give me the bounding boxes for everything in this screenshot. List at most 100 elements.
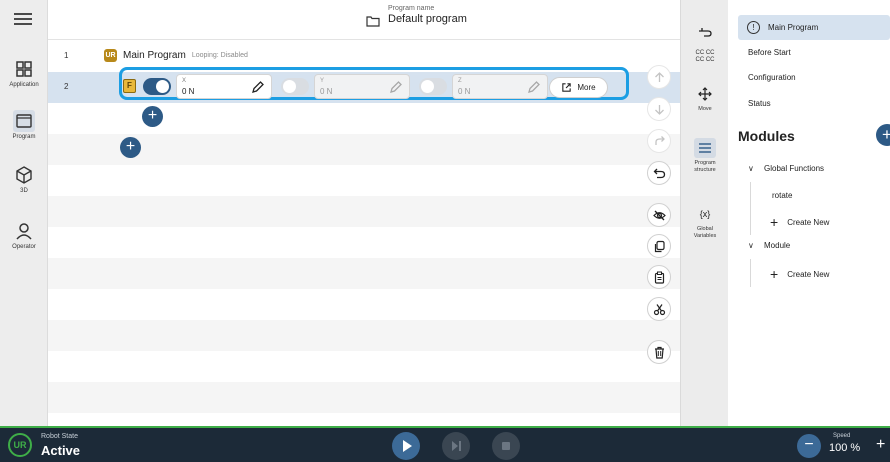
x-force-field[interactable]: X 0 N: [176, 74, 272, 99]
tool-move[interactable]: Move: [681, 84, 729, 113]
z-force-value: 0 N: [458, 87, 471, 96]
group-label: Module: [764, 241, 791, 250]
structure-panel: ! Main Program Before Start Configuratio…: [728, 0, 890, 426]
nav-label-3d: 3D: [20, 188, 28, 194]
create-new-label: Create New: [787, 218, 830, 227]
z-axis-toggle[interactable]: [419, 78, 447, 95]
nav-label-operator: Operator: [12, 244, 36, 250]
clipboard-icon: [654, 271, 664, 284]
plus-icon: +: [770, 266, 779, 282]
cc-icon: CC CC CC CC: [695, 50, 715, 63]
robot-state-value: Active: [41, 443, 81, 458]
move-up-button[interactable]: [647, 65, 671, 89]
pencil-icon[interactable]: [527, 80, 541, 94]
speed-decrease-button[interactable]: −: [797, 434, 821, 458]
speed-increase-button[interactable]: +: [876, 436, 885, 454]
nav-item-program[interactable]: Program: [0, 110, 48, 140]
step-button[interactable]: [442, 432, 470, 460]
row-number: 1: [64, 51, 69, 60]
tree-main-label: Main Program: [768, 23, 819, 32]
nav-item-operator[interactable]: Operator: [0, 220, 48, 250]
nav-item-application[interactable]: Application: [0, 58, 48, 88]
create-new-label: Create New: [787, 270, 830, 279]
tree-group-global-functions[interactable]: ∨ Global Functions: [748, 164, 824, 173]
group-label: Global Functions: [764, 164, 825, 173]
program-icon: [13, 110, 35, 132]
ur-logo-icon: UR: [104, 49, 117, 62]
modules-heading: Modules: [738, 128, 795, 144]
left-nav: Application Program 3D Operator: [0, 0, 48, 426]
tree-group-module[interactable]: ∨ Module: [748, 241, 790, 250]
tool-pointer[interactable]: [681, 22, 729, 42]
nav-label-program: Program: [12, 134, 36, 140]
speed-caption: Speed: [833, 433, 851, 439]
info-icon: !: [747, 21, 760, 34]
force-node-icon: F: [123, 79, 136, 93]
y-axis-toggle[interactable]: [281, 78, 309, 95]
x-force-value: 0 N: [182, 87, 195, 96]
z-force-field[interactable]: Z 0 N: [452, 74, 548, 99]
stop-button[interactable]: [492, 432, 520, 460]
pencil-icon[interactable]: [251, 80, 265, 94]
y-force-value: 0 N: [320, 87, 333, 96]
create-new-function-button[interactable]: + Create New: [770, 214, 829, 230]
redo-button[interactable]: [647, 129, 671, 153]
more-button[interactable]: More: [549, 77, 608, 98]
program-name-value: Default program: [388, 13, 467, 25]
tree-item-configuration[interactable]: Configuration: [748, 73, 796, 82]
empty-row: [48, 382, 680, 413]
program-name[interactable]: Program name Default program: [366, 5, 467, 27]
redo-icon: [654, 135, 665, 145]
copy-button[interactable]: [647, 234, 671, 258]
chevron-down-icon: ∨: [748, 164, 754, 173]
paste-button[interactable]: [647, 265, 671, 289]
scissors-icon: [653, 303, 665, 315]
tool-cc[interactable]: CC CC CC CC: [681, 48, 729, 64]
z-axis-label: Z: [458, 78, 462, 84]
tool-label-program-structure: Program structure: [694, 160, 716, 173]
tree-guide: [750, 182, 751, 235]
undo-button[interactable]: [647, 161, 671, 185]
y-axis-label: Y: [320, 78, 325, 84]
list-icon: [699, 143, 711, 153]
tool-column: CC CC CC CC Move Program structure {x} G…: [680, 0, 728, 426]
stop-icon: [502, 442, 510, 450]
move-down-button[interactable]: [647, 97, 671, 121]
tool-label-move: Move: [698, 106, 712, 112]
tree-item-rotate[interactable]: rotate: [772, 191, 792, 200]
person-icon: [16, 223, 32, 240]
open-external-icon: [562, 83, 572, 92]
tree-item-status[interactable]: Status: [748, 99, 771, 108]
main-program-title: Main Program: [123, 50, 186, 61]
tool-global-variables[interactable]: {x} Global Variables: [681, 204, 729, 240]
trash-icon: [654, 346, 664, 359]
play-button[interactable]: [392, 432, 420, 460]
arrow-up-icon: [654, 71, 664, 82]
pencil-icon[interactable]: [389, 80, 403, 94]
x-axis-toggle[interactable]: [143, 78, 171, 95]
tree-main-program[interactable]: ! Main Program: [738, 15, 890, 40]
add-node-button[interactable]: +: [142, 106, 163, 127]
tool-program-structure[interactable]: Program structure: [681, 138, 729, 174]
tree-item-before-start[interactable]: Before Start: [748, 48, 791, 57]
y-force-field[interactable]: Y 0 N: [314, 74, 410, 99]
empty-row: [48, 134, 680, 165]
looping-status: Looping: Disabled: [191, 52, 248, 59]
menu-icon[interactable]: [12, 10, 34, 28]
create-new-module-button[interactable]: + Create New: [770, 266, 829, 282]
folder-icon: [366, 16, 380, 27]
cube-icon: [16, 166, 32, 184]
nav-item-3d[interactable]: 3D: [0, 164, 48, 194]
empty-row: [48, 258, 680, 289]
hand-pointer-icon: [699, 28, 712, 37]
add-module-button[interactable]: +: [876, 124, 890, 146]
hide-button[interactable]: [647, 203, 671, 227]
cut-button[interactable]: [647, 297, 671, 321]
add-node-button[interactable]: +: [120, 137, 141, 158]
grid-icon: [16, 61, 32, 77]
arrow-down-icon: [654, 104, 664, 115]
app-window: Application Program 3D Operator Program …: [0, 0, 890, 462]
bottom-bar: UR Robot State Active − Speed 100 % +: [0, 426, 890, 462]
nav-label-application: Application: [9, 82, 39, 88]
delete-button[interactable]: [647, 340, 671, 364]
